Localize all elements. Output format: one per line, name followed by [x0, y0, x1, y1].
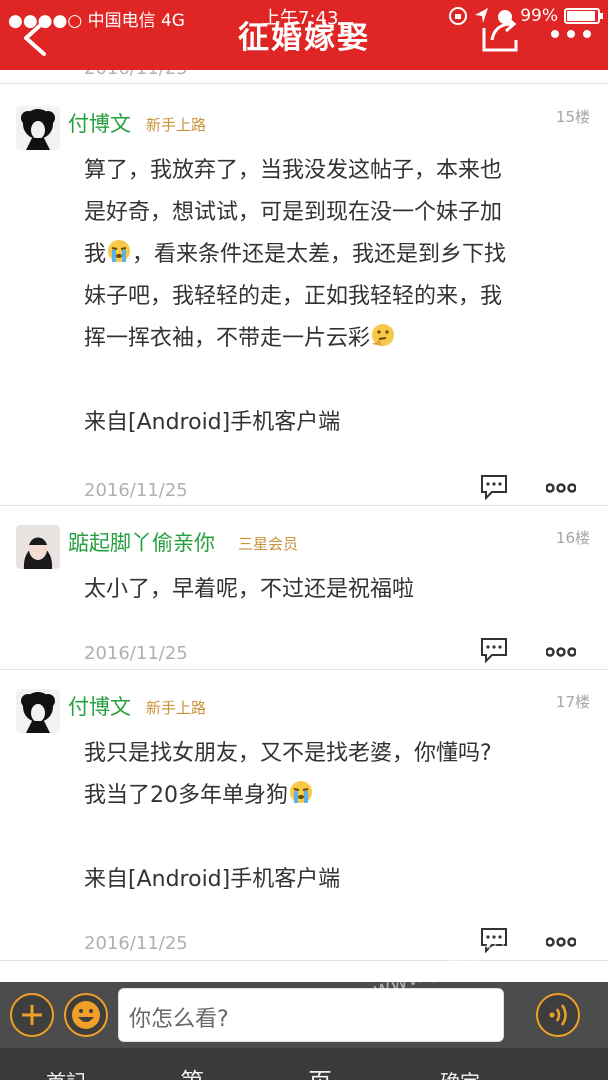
post-line: 我只是找女朋友，又不是找老婆，你懂吗? [84, 741, 492, 766]
reply-bar: 你怎么看? [0, 982, 608, 1048]
post-source: 来自[Android]手机客户端 [84, 410, 341, 435]
post-body: 太小了，早着呢，不过还是祝福啦 [84, 569, 584, 611]
thread-content: 2016/11/25 付博文 新手上路 15楼 算了，我放弃了，当我没发这帖子，… [0, 70, 608, 982]
post-line: 算了，我放弃了，当我没发这帖子，本来也 [84, 158, 503, 183]
post-line-group: 挥一挥衣袖，不带走一片云彩 [84, 318, 584, 360]
post-date: 2016/11/25 [84, 480, 188, 501]
options-icon[interactable] [546, 482, 576, 494]
post-line: ，看来条件还是太差，我还是到乡下找 [132, 242, 507, 267]
floor-number: 17楼 [555, 693, 590, 711]
post-line-group: 我 ，看来条件还是太差，我还是到乡下找 [84, 234, 584, 276]
comment-icon[interactable] [480, 637, 508, 663]
post-line-spacer [84, 360, 584, 402]
crying-emoji-icon [108, 240, 131, 262]
more-icon[interactable] [548, 22, 594, 46]
plus-button[interactable] [10, 993, 54, 1037]
username[interactable]: 踮起脚丫偷亲你 [68, 527, 215, 557]
app-header: ●●●●○ 中国电信 4G 上午7:43 99% 征婚嫁娶 [0, 0, 608, 70]
post-line: 妹子吧，我轻轻的走，正如我轻轻的来，我 [84, 284, 503, 309]
post-line: 是好奇，想试试，可是到现在没一个妹子加 [84, 200, 503, 225]
options-icon[interactable] [546, 936, 576, 948]
thinking-emoji-icon [372, 324, 395, 346]
avatar[interactable] [16, 106, 60, 150]
previous-post-tail: 2016/11/25 [0, 70, 608, 84]
post-item: 付博文 新手上路 15楼 算了，我放弃了，当我没发这帖子，本来也 是好奇，想试试… [0, 86, 608, 506]
post-date: 2016/11/25 [84, 643, 188, 664]
post-line: 挥一挥衣袖，不带走一片云彩 [84, 326, 371, 351]
voice-icon [549, 1004, 567, 1026]
avatar[interactable] [16, 689, 60, 733]
smile-icon [72, 1001, 100, 1029]
back-icon[interactable] [18, 18, 54, 58]
post-line: 我 [84, 242, 107, 267]
nav-confirm-button[interactable]: 确定 [440, 1066, 480, 1080]
nav-page-prefix: 第 [180, 1062, 204, 1080]
comment-icon[interactable] [480, 474, 508, 500]
reply-input[interactable]: 你怎么看? [118, 988, 504, 1042]
avatar-image [16, 525, 60, 569]
post-body: 我只是找女朋友，又不是找老婆，你懂吗? 我当了20多年单身狗 来自[Androi… [84, 733, 584, 901]
page-navigation: 首記 第 页 确定 [0, 1048, 608, 1080]
post-body: 算了，我放弃了，当我没发这帖子，本来也 是好奇，想试试，可是到现在没一个妹子加 … [84, 150, 584, 444]
nav-first-page[interactable]: 首記 [46, 1066, 86, 1080]
post-source: 来自[Android]手机客户端 [84, 867, 341, 892]
avatar[interactable] [16, 525, 60, 569]
user-rank: 新手上路 [146, 116, 207, 134]
floor-number: 16楼 [555, 529, 590, 547]
avatar-image [16, 689, 60, 733]
user-rank: 三星会员 [238, 535, 299, 553]
floor-number: 15楼 [555, 108, 590, 126]
user-rank: 新手上路 [146, 699, 207, 717]
username[interactable]: 付博文 [68, 108, 131, 138]
post-item: 付博文 新手上路 17楼 我只是找女朋友，又不是找老婆，你懂吗? 我当了20多年… [0, 671, 608, 961]
post-line-group: 我当了20多年单身狗 [84, 775, 584, 817]
avatar-image [16, 106, 60, 150]
voice-button[interactable] [536, 993, 580, 1037]
page: ●●●●○ 中国电信 4G 上午7:43 99% 征婚嫁娶 2016/11/25… [0, 0, 608, 1080]
emoji-button[interactable] [64, 993, 108, 1037]
plus-icon [22, 1005, 42, 1025]
username[interactable]: 付博文 [68, 691, 131, 721]
nav-page-suffix: 页 [308, 1062, 332, 1080]
post-line-spacer [84, 817, 584, 859]
comment-icon[interactable] [480, 927, 508, 953]
post-item: 踮起脚丫偷亲你 三星会员 16楼 太小了，早着呢，不过还是祝福啦 2016/11… [0, 507, 608, 670]
post-date: 2016/11/25 [84, 933, 188, 954]
post-line: 我当了20多年单身狗 [84, 783, 288, 808]
post-line: 太小了，早着呢，不过还是祝福啦 [84, 577, 415, 602]
post-date: 2016/11/25 [84, 70, 188, 79]
crying-emoji-icon [290, 781, 312, 803]
share-icon[interactable] [478, 14, 522, 54]
options-icon[interactable] [546, 646, 576, 658]
